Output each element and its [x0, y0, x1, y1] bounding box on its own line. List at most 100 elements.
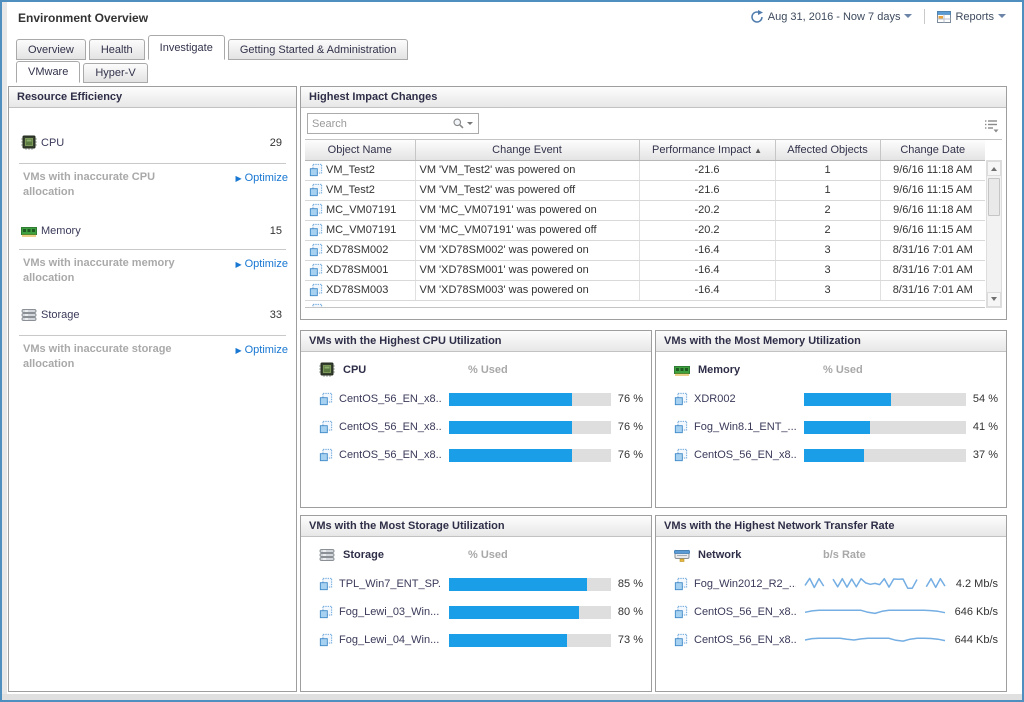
search-icon[interactable]: [452, 117, 465, 130]
optimize-cpu-link[interactable]: ▶ Optimize: [235, 172, 288, 184]
optimize-arrow-icon: ▶: [235, 346, 241, 355]
network-transfer-panel: VMs with the Highest Network Transfer Ra…: [655, 515, 1007, 692]
cpu-utilization-panel: VMs with the Highest CPU Utilization CPU…: [300, 330, 652, 508]
utilization-value: 37 %: [973, 449, 998, 461]
triangle-up-icon: [991, 164, 997, 171]
utilization-bar: [449, 578, 611, 591]
list-item[interactable]: CentOS_56_EN_x8... 76 %: [319, 389, 643, 409]
scroll-up-button[interactable]: [987, 161, 1001, 176]
reports-icon: [937, 10, 951, 24]
tab-investigate[interactable]: Investigate: [148, 35, 225, 60]
utilization-bar-fill: [449, 393, 572, 406]
vm-icon: [674, 392, 688, 406]
list-item[interactable]: CentOS_56_EN_x8... 646 Kb/s: [674, 602, 998, 622]
search-options-caret-icon[interactable]: [467, 122, 473, 128]
highest-impact-changes-title: Highest Impact Changes: [301, 87, 1006, 108]
time-range-label: Aug 31, 2016 - Now 7 days: [768, 11, 901, 23]
subtab-vmware[interactable]: VMware: [16, 61, 80, 83]
tab-getting-started[interactable]: Getting Started & Administration: [228, 39, 409, 60]
storage-utilization-title: VMs with the Most Storage Utilization: [301, 516, 651, 537]
utilization-value: 73 %: [618, 634, 643, 646]
utilization-bar-fill: [804, 421, 870, 434]
table-row[interactable]: MC_VM07191 VM 'MC_VM07191' was powered o…: [305, 220, 985, 240]
list-item[interactable]: Fog_Lewi_03_Win... 80 %: [319, 602, 643, 622]
vm-name: CentOS_56_EN_x8...: [339, 449, 441, 461]
list-item[interactable]: CentOS_56_EN_x8... 37 %: [674, 445, 998, 465]
reports-button[interactable]: Reports: [937, 10, 1006, 24]
resource-efficiency-panel: Resource Efficiency CPU 29 VMs with inac…: [8, 86, 297, 692]
utilization-bar: [449, 606, 611, 619]
storage-utilization-panel: VMs with the Most Storage Utilization St…: [300, 515, 652, 692]
impact-table-toolbar: [301, 108, 1006, 139]
vm-name: Fog_Win8.1_ENT_...: [694, 421, 796, 433]
vm-icon: [319, 577, 333, 591]
vm-name: CentOS_56_EN_x8...: [694, 634, 796, 646]
cpu-metric-row[interactable]: CPU 29: [21, 132, 284, 154]
table-row[interactable]: VM_Test2 VM 'VM_Test2' was powered on -2…: [305, 160, 985, 180]
divider: [19, 335, 286, 336]
storage-icon: [21, 307, 37, 323]
vm-name: XDR002: [694, 393, 796, 405]
utilization-value: 54 %: [973, 393, 998, 405]
network-sparkline: [804, 603, 946, 621]
utilization-value: 76 %: [618, 421, 643, 433]
utilization-bar-fill: [449, 578, 587, 591]
list-item[interactable]: CentOS_56_EN_x8... 644 Kb/s: [674, 630, 998, 650]
vm-icon: [309, 223, 323, 237]
utilization-bar: [449, 393, 611, 406]
network-sparkline: [804, 631, 946, 649]
table-row[interactable]: XD78SM002 VM 'XD78SM002' was powered on …: [305, 240, 985, 260]
list-item[interactable]: CentOS_56_EN_x8... 76 %: [319, 445, 643, 465]
memory-inaccurate-note: VMs with inaccurate memory allocation: [23, 256, 193, 286]
reports-label: Reports: [955, 11, 994, 23]
table-row[interactable]: XD78SM003 VM 'XD78SM003' was powered on …: [305, 280, 985, 300]
table-customizer-icon[interactable]: [983, 117, 999, 133]
utilization-value: 76 %: [618, 393, 643, 405]
col-header-affected-objects[interactable]: Affected Objects: [775, 140, 880, 160]
table-row[interactable]: XD78SM001 VM 'XD78SM001' was powered on …: [305, 260, 985, 280]
col-header-change-date[interactable]: Change Date: [880, 140, 985, 160]
col-header-object-name[interactable]: Object Name: [305, 140, 415, 160]
transfer-rate-value: 644 Kb/s: [955, 634, 998, 646]
optimize-memory-link[interactable]: ▶ Optimize: [235, 258, 288, 270]
list-item[interactable]: Fog_Lewi_04_Win... 73 %: [319, 630, 643, 650]
col-header-performance-impact[interactable]: Performance Impact▲: [639, 140, 775, 160]
storage-metric-label: Storage: [41, 309, 80, 321]
table-row[interactable]: VM_Test2 VM 'VM_Test2' was powered off -…: [305, 180, 985, 200]
list-item[interactable]: CentOS_56_EN_x8... 76 %: [319, 417, 643, 437]
utilization-bar: [804, 393, 966, 406]
chevron-down-icon: [904, 14, 912, 22]
tab-overview[interactable]: Overview: [16, 39, 86, 60]
utilization-bar-fill: [449, 606, 579, 619]
list-item[interactable]: Fog_Win2012_R2_... 4.2 Mb/s: [674, 574, 998, 594]
utilization-bar-fill: [449, 449, 572, 462]
scrollbar-thumb[interactable]: [988, 178, 1000, 216]
percent-used-label: % Used: [823, 364, 863, 376]
scroll-down-button[interactable]: [987, 292, 1001, 307]
storage-metric-row[interactable]: Storage 33: [21, 304, 284, 326]
utilization-bar-fill: [804, 449, 864, 462]
table-row[interactable]: MC_VM07191 VM 'MC_VM07191' was powered o…: [305, 200, 985, 220]
memory-metric-row[interactable]: Memory 15: [21, 220, 284, 242]
optimize-memory-label: Optimize: [245, 258, 288, 270]
list-item[interactable]: TPL_Win7_ENT_SP... 85 %: [319, 574, 643, 594]
topbar-controls: Aug 31, 2016 - Now 7 days Reports: [750, 9, 1006, 24]
subtab-hyperv[interactable]: Hyper-V: [83, 63, 147, 83]
tab-health[interactable]: Health: [89, 39, 145, 60]
vm-icon: [319, 605, 333, 619]
chevron-down-icon: [998, 14, 1006, 22]
optimize-storage-link[interactable]: ▶ Optimize: [235, 344, 288, 356]
search-input[interactable]: [308, 118, 452, 130]
vm-icon: [674, 577, 688, 591]
list-item[interactable]: Fog_Win8.1_ENT_... 41 %: [674, 417, 998, 437]
vm-icon: [309, 263, 323, 277]
time-range-selector[interactable]: Aug 31, 2016 - Now 7 days: [750, 10, 913, 24]
cpu-inaccurate-note: VMs with inaccurate CPU allocation: [23, 170, 193, 200]
network-sparkline: [804, 575, 946, 593]
list-item[interactable]: XDR002 54 %: [674, 389, 998, 409]
vm-name: CentOS_56_EN_x8...: [339, 421, 441, 433]
vertical-scrollbar[interactable]: [986, 160, 1002, 308]
col-header-change-event[interactable]: Change Event: [415, 140, 639, 160]
resource-efficiency-title: Resource Efficiency: [9, 87, 296, 108]
page-title: Environment Overview: [18, 11, 148, 25]
